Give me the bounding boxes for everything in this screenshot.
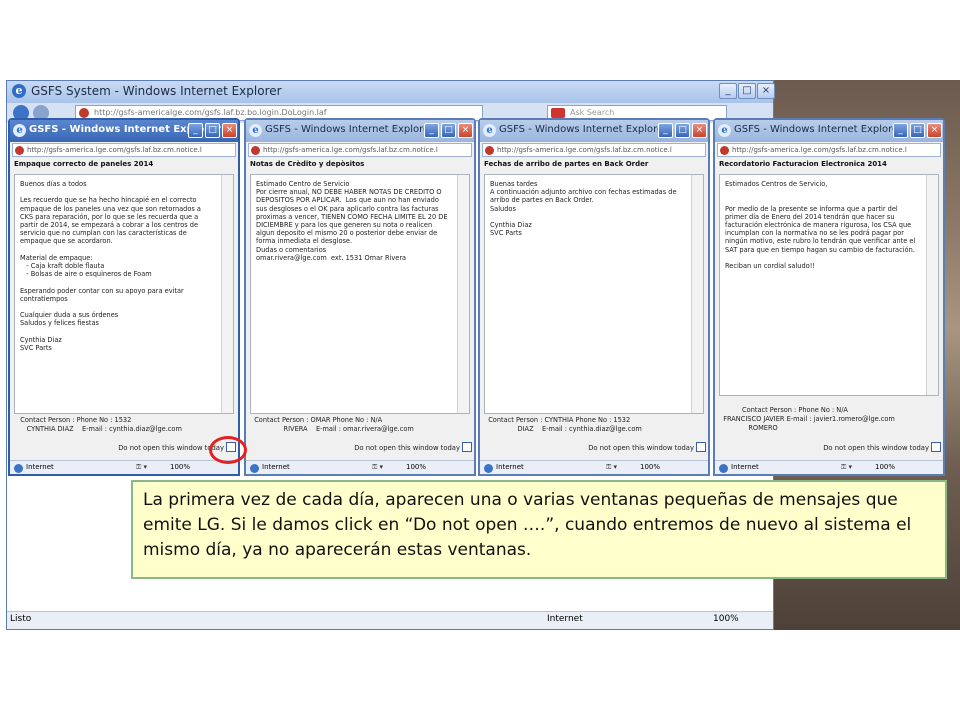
popup-status-bar: Internet ⚿ ▾ 100%: [10, 460, 238, 474]
minimize-icon[interactable]: _: [893, 123, 908, 138]
popup-status-bar: Internet ⚿ ▾ 100%: [480, 460, 708, 474]
popup-message-text: Buenas tardes A continuación adjunto arc…: [490, 180, 677, 238]
close-icon[interactable]: ×: [757, 83, 775, 99]
scrollbar[interactable]: [926, 175, 938, 395]
main-status-bar: Listo Internet 100%: [7, 611, 773, 629]
do-not-open-checkbox[interactable]: [696, 442, 706, 452]
slide: e GSFS System - Windows Internet Explore…: [0, 0, 960, 720]
do-not-open-label: Do not open this window today: [354, 444, 460, 452]
caption-text: La primera vez de cada día, aparecen una…: [143, 490, 912, 560]
security-icon[interactable]: ⚿ ▾: [372, 463, 383, 472]
status-zone: Internet: [547, 614, 583, 624]
ie-logo-icon: e: [13, 124, 26, 137]
popup-contact: Contact Person : CYNTHIA Phone No : 1532…: [488, 416, 642, 433]
popup-heading: Empaque correcto de paneles 2014: [14, 160, 154, 168]
ie-logo-icon: e: [249, 124, 262, 137]
popup-message: Estimados Centros de Servicio, Por medio…: [719, 174, 939, 396]
popup-contact: Contact Person : Phone No : 1532 CYNTHIA…: [20, 416, 182, 433]
popup-title: GSFS - Windows Internet Explorer: [734, 124, 903, 135]
scrollbar[interactable]: [457, 175, 469, 413]
security-icon[interactable]: ⚿ ▾: [841, 463, 852, 472]
close-icon[interactable]: ×: [458, 123, 473, 138]
popup-message-text: Buenos días a todos Les recuerdo que se …: [20, 180, 201, 353]
popup-title-bar: e GSFS - Windows Internet Explorer _ □ ×: [10, 120, 238, 142]
popup-message-text: Estimado Centro de Servicio Por cierre a…: [256, 180, 448, 262]
minimize-icon[interactable]: _: [188, 123, 203, 138]
popup-title: GSFS - Windows Internet Explorer: [265, 124, 434, 135]
popup-url[interactable]: http://gsfs-america.lge.com/gsfs.laf.bz.…: [248, 143, 472, 157]
popup-contact: Contact Person : OMAR Phone No : N/A RIV…: [254, 416, 414, 433]
popup-title: GSFS - Windows Internet Explorer: [499, 124, 668, 135]
popup-url[interactable]: http://gsfs-america.lge.com/gsfs.laf.bz.…: [482, 143, 706, 157]
notice-popup-2: e GSFS - Windows Internet Explorer _ □ ×…: [244, 118, 476, 476]
maximize-icon[interactable]: □: [205, 123, 220, 138]
maximize-icon[interactable]: □: [738, 83, 756, 99]
scrollbar[interactable]: [221, 175, 233, 413]
notice-popup-1: e GSFS - Windows Internet Explorer _ □ ×…: [8, 118, 240, 476]
popup-url[interactable]: http://gsfs-america.lge.com/gsfs.laf.bz.…: [717, 143, 941, 157]
popup-message: Buenas tardes A continuación adjunto arc…: [484, 174, 704, 414]
popup-message: Buenos días a todos Les recuerdo que se …: [14, 174, 234, 414]
do-not-open-label: Do not open this window today: [588, 444, 694, 452]
security-icon[interactable]: ⚿ ▾: [136, 463, 147, 472]
maximize-icon[interactable]: □: [441, 123, 456, 138]
ie-logo-icon: e: [483, 124, 496, 137]
status-zoom[interactable]: 100%: [170, 463, 190, 471]
scrollbar[interactable]: [691, 175, 703, 413]
maximize-icon[interactable]: □: [675, 123, 690, 138]
popup-message: Estimado Centro de Servicio Por cierre a…: [250, 174, 470, 414]
popup-url[interactable]: http://gsfs-america.lge.com/gsfs.laf.bz.…: [12, 143, 236, 157]
highlight-circle: [209, 436, 247, 464]
minimize-icon[interactable]: _: [424, 123, 439, 138]
caption-box: La primera vez de cada día, aparecen una…: [131, 480, 947, 579]
status-zoom[interactable]: 100%: [640, 463, 660, 471]
maximize-icon[interactable]: □: [910, 123, 925, 138]
status-zoom[interactable]: 100%: [406, 463, 426, 471]
popup-title-bar: e GSFS - Windows Internet Explorer _ □ ×: [480, 120, 708, 142]
close-icon[interactable]: ×: [692, 123, 707, 138]
do-not-open-label: Do not open this window today: [823, 444, 929, 452]
ie-logo-icon: e: [12, 84, 26, 98]
status-zoom[interactable]: 100%: [875, 463, 895, 471]
popup-status-bar: Internet ⚿ ▾ 100%: [246, 460, 474, 474]
minimize-icon[interactable]: _: [719, 83, 737, 99]
ie-logo-icon: e: [718, 124, 731, 137]
popup-heading: Fechas de arribo de partes en Back Order: [484, 160, 649, 168]
popup-contact: Contact Person : Phone No : N/A FRANCISC…: [723, 406, 895, 432]
close-icon[interactable]: ×: [222, 123, 237, 138]
notice-popup-3: e GSFS - Windows Internet Explorer _ □ ×…: [478, 118, 710, 476]
minimize-icon[interactable]: _: [658, 123, 673, 138]
status-zone: Internet: [484, 463, 524, 473]
status-zone: Internet: [14, 463, 54, 473]
main-title-bar: e GSFS System - Windows Internet Explore…: [7, 81, 775, 103]
main-window-title: GSFS System - Windows Internet Explorer: [31, 84, 282, 98]
popup-heading: Recordatorio Facturacion Electronica 201…: [719, 160, 887, 168]
popup-message-text: Estimados Centros de Servicio, Por medio…: [725, 180, 916, 271]
close-icon[interactable]: ×: [927, 123, 942, 138]
popup-status-bar: Internet ⚿ ▾ 100%: [715, 460, 943, 474]
status-zoom[interactable]: 100%: [713, 614, 739, 624]
status-zone: Internet: [719, 463, 759, 473]
notice-popup-4: e GSFS - Windows Internet Explorer _ □ ×…: [713, 118, 945, 476]
status-text: Listo: [10, 614, 32, 624]
do-not-open-checkbox[interactable]: [931, 442, 941, 452]
popup-heading: Notas de Crèdito y depòsitos: [250, 160, 365, 168]
status-zone: Internet: [250, 463, 290, 473]
popup-title-bar: e GSFS - Windows Internet Explorer _ □ ×: [246, 120, 474, 142]
popup-title-bar: e GSFS - Windows Internet Explorer _ □ ×: [715, 120, 943, 142]
security-icon[interactable]: ⚿ ▾: [606, 463, 617, 472]
do-not-open-checkbox[interactable]: [462, 442, 472, 452]
